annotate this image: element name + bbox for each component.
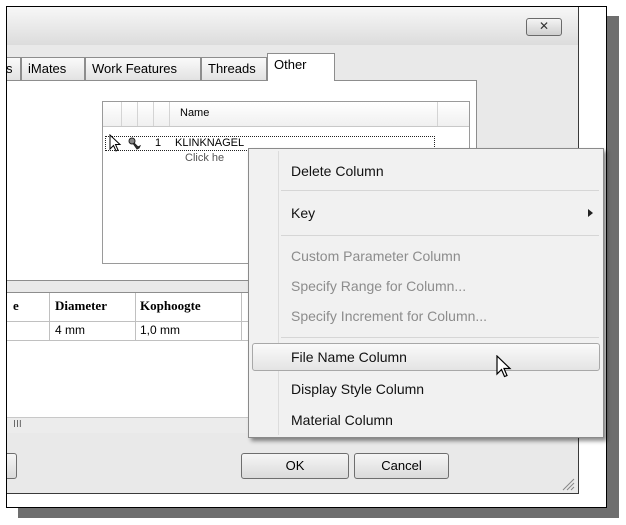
tab-other[interactable]: Other xyxy=(267,53,335,81)
table-header-partial[interactable]: e xyxy=(13,298,19,314)
arrow-cursor-icon xyxy=(109,134,122,152)
resize-grip-icon[interactable] xyxy=(559,475,575,491)
submenu-arrow-icon xyxy=(588,209,593,217)
close-button[interactable]: ✕ xyxy=(526,18,562,36)
menu-item-specify-increment[interactable]: Specify Increment for Column... xyxy=(291,304,487,328)
tab-imates[interactable]: iMates xyxy=(21,57,85,80)
menu-item-file-name-column[interactable]: File Name Column xyxy=(291,345,407,369)
grid-header: Name xyxy=(103,102,469,127)
table-header-diameter[interactable]: Diameter xyxy=(55,298,107,314)
dialog-footer: OK Cancel xyxy=(7,433,578,493)
menu-item-material-column[interactable]: Material Column xyxy=(291,408,393,432)
tab-partial[interactable]: s xyxy=(6,57,21,80)
menu-item-display-style-column[interactable]: Display Style Column xyxy=(291,377,424,401)
row-name-cell[interactable]: KLINKNAGEL xyxy=(175,137,244,149)
ok-button[interactable]: OK xyxy=(241,453,349,479)
tab-label: s xyxy=(6,61,13,76)
menu-item-specify-range[interactable]: Specify Range for Column... xyxy=(291,274,466,298)
grid-header-divider xyxy=(121,102,122,126)
tab-work-features[interactable]: Work Features xyxy=(85,57,201,80)
tab-label: Other xyxy=(274,57,307,72)
menu-gutter xyxy=(278,151,279,435)
table-cell-kophoogte[interactable]: 1,0 mm xyxy=(140,323,180,337)
grid-header-divider xyxy=(137,102,138,126)
tab-label: Work Features xyxy=(92,61,178,76)
grid-column-header-name[interactable]: Name xyxy=(180,107,209,119)
close-icon: ✕ xyxy=(538,19,550,33)
menu-separator xyxy=(281,235,599,236)
add-row-hint[interactable]: Click he xyxy=(185,152,224,164)
menu-item-custom-parameter-column[interactable]: Custom Parameter Column xyxy=(291,244,461,268)
grid-header-divider xyxy=(153,102,154,126)
table-cell-diameter[interactable]: 4 mm xyxy=(55,323,85,337)
tab-label: iMates xyxy=(28,61,67,76)
context-menu: Delete Column Key Custom Parameter Colum… xyxy=(248,148,604,438)
grid-header-divider xyxy=(169,102,170,126)
tab-threads[interactable]: Threads xyxy=(201,57,267,80)
grid-header-divider xyxy=(437,102,438,126)
menu-item-delete-column[interactable]: Delete Column xyxy=(291,159,384,183)
partial-button[interactable] xyxy=(7,453,17,479)
menu-separator xyxy=(281,337,599,338)
cancel-button-label: Cancel xyxy=(381,458,422,473)
cancel-button[interactable]: Cancel xyxy=(354,453,449,479)
dialog-titlebar: ✕ xyxy=(7,7,578,45)
menu-separator xyxy=(281,190,599,191)
tab-label: Threads xyxy=(208,61,256,76)
table-header-kophoogte[interactable]: Kophoogte xyxy=(140,298,201,314)
row-number: 1 xyxy=(155,137,162,149)
menu-item-key[interactable]: Key xyxy=(291,201,315,225)
ok-button-label: OK xyxy=(285,458,305,473)
mouse-pointer-icon xyxy=(496,355,512,378)
key-icon xyxy=(128,137,142,150)
scrollbar-grip[interactable]: III xyxy=(13,419,22,430)
